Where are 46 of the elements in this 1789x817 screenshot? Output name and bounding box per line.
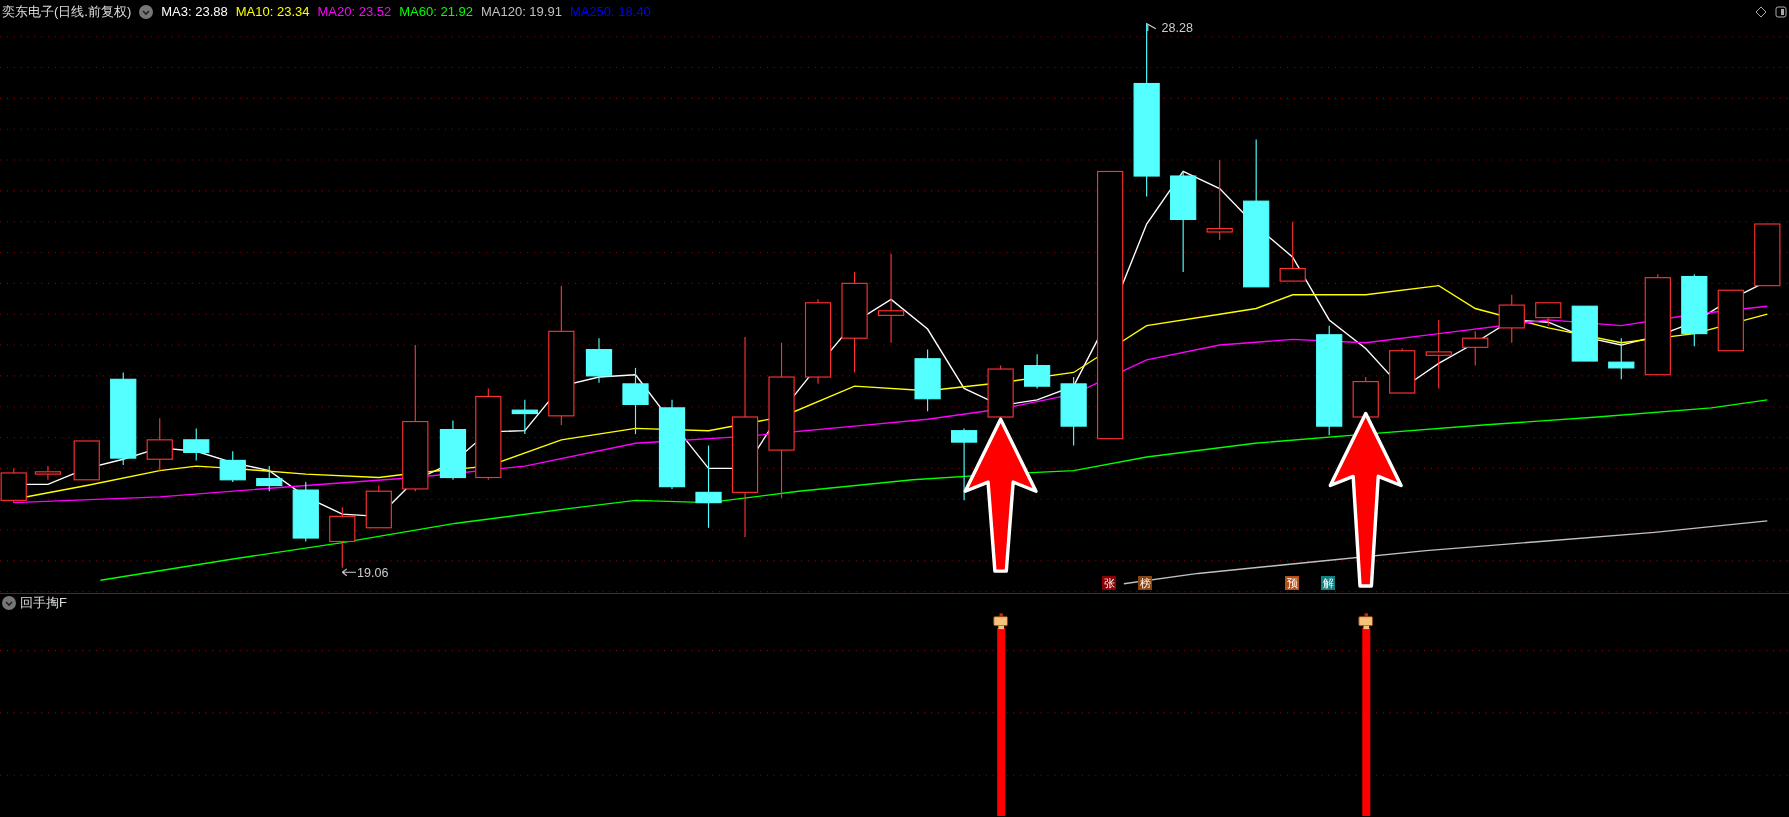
collapse-icon[interactable]	[2, 595, 16, 610]
candlestick	[1352, 376, 1379, 418]
candlestick	[1754, 223, 1781, 287]
moving-average-value: MA120: 19.91	[480, 2, 562, 21]
collapse-icon[interactable]	[139, 4, 154, 19]
candlestick	[987, 365, 1014, 421]
moving-average-value: MA60: 21.92	[399, 2, 473, 21]
candlestick	[34, 465, 62, 481]
event-marker[interactable]: 张	[1102, 576, 1116, 590]
candlestick	[511, 399, 538, 435]
candlestick	[1535, 302, 1562, 327]
candlestick	[365, 484, 392, 529]
candlestick	[1717, 289, 1744, 352]
indicator-title: 回手掏F	[20, 593, 67, 612]
candlestick	[1462, 330, 1489, 367]
panel-toggle-icon[interactable]	[1775, 5, 1787, 18]
candlestick	[1425, 319, 1452, 389]
moving-average-value: MA10: 23.34	[235, 2, 310, 21]
chart-title: 奕东电子(日线.前复权)	[2, 2, 132, 21]
candlestick	[1571, 305, 1598, 362]
candlestick	[1279, 221, 1306, 282]
candlestick	[256, 465, 283, 492]
moving-average-value: MA3: 23.88	[161, 2, 228, 21]
event-marker[interactable]: 榜	[1138, 576, 1152, 590]
moving-average-value: MA250: 18.40	[569, 2, 651, 21]
candlestick	[914, 349, 941, 412]
diamond-icon[interactable]	[1755, 5, 1767, 18]
candlestick	[1024, 353, 1051, 389]
candlestick	[1389, 347, 1416, 394]
candlestick	[292, 481, 319, 543]
candlestick	[73, 440, 100, 481]
candlestick	[1608, 337, 1635, 380]
candlestick	[439, 419, 467, 481]
signpost-icon	[993, 613, 1008, 630]
candlestick	[146, 417, 173, 472]
candlestick	[183, 427, 210, 461]
signpost-icon	[1358, 613, 1373, 630]
event-marker[interactable]: 预	[1285, 576, 1299, 590]
candlestick	[1498, 294, 1525, 344]
moving-average-value: MA20: 23.52	[317, 2, 392, 21]
event-marker[interactable]: 解	[1321, 576, 1335, 590]
candlestick	[622, 367, 649, 435]
candlestick	[585, 337, 613, 384]
candlestick	[1060, 376, 1087, 447]
candlestick	[219, 450, 246, 483]
candlestick	[329, 506, 356, 569]
